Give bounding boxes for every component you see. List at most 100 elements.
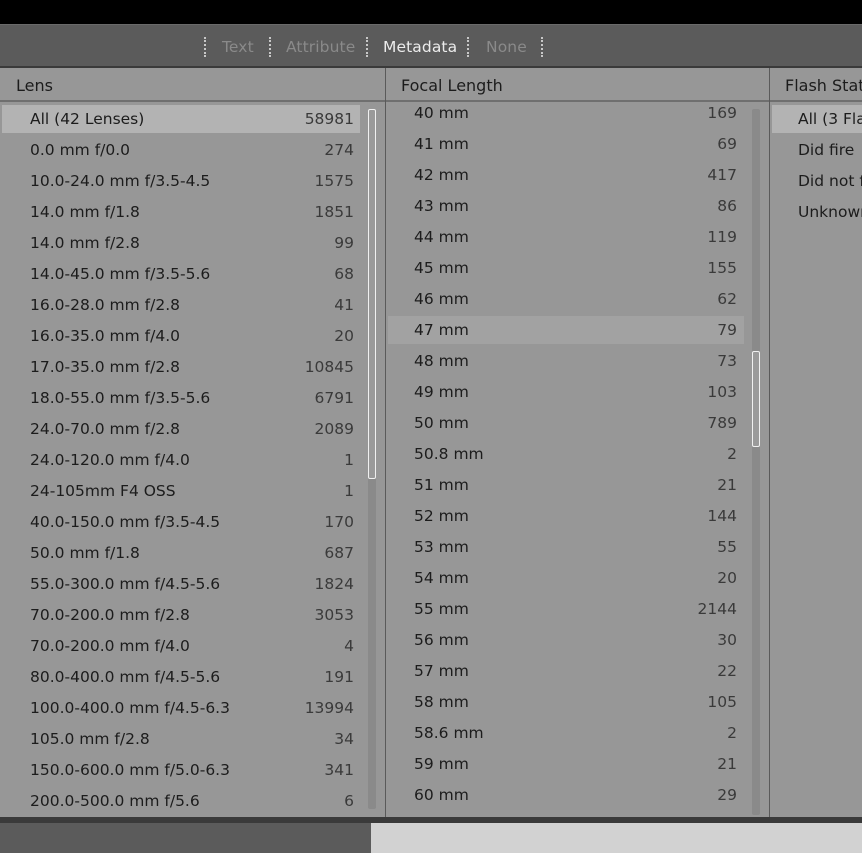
lens-list-item-count: 10845: [304, 358, 354, 376]
lens-list-item[interactable]: 14.0 mm f/1.8 1851: [2, 198, 360, 226]
flash-state-column: Flash State All (3 Fla Did fire Did not fi…: [770, 68, 862, 817]
lens-list-item[interactable]: 10.0-24.0 mm f/3.5-4.5 1575: [2, 167, 360, 195]
lens-list-item-count: 274: [324, 141, 354, 159]
lens-list-item-label: 70.0-200.0 mm f/4.0: [30, 637, 190, 655]
flash-state-column-header[interactable]: Flash State: [770, 68, 862, 102]
lens-list-item[interactable]: 200.0-500.0 mm f/5.6 6: [2, 787, 360, 815]
flash-state-list-item[interactable]: Did not fi: [772, 167, 862, 195]
focal-length-list-item[interactable]: 54 mm 20: [388, 564, 744, 592]
lens-list-item[interactable]: 14.0 mm f/2.8 99: [2, 229, 360, 257]
focal-length-list-item-count: 20: [717, 569, 737, 587]
filter-mode-none[interactable]: None: [486, 38, 527, 56]
lens-list-item[interactable]: 18.0-55.0 mm f/3.5-5.6 6791: [2, 384, 360, 412]
focal-length-list-item[interactable]: 44 mm 119: [388, 223, 744, 251]
lens-list-item[interactable]: 24.0-120.0 mm f/4.0 1: [2, 446, 360, 474]
focal-length-column-header[interactable]: Focal Length: [386, 68, 769, 102]
focal-length-list-item[interactable]: 60 mm 29: [388, 781, 744, 809]
focal-length-list-item[interactable]: 47 mm 79: [388, 316, 744, 344]
focal-length-list-item[interactable]: 58 mm 105: [388, 688, 744, 716]
filter-separator: [366, 37, 368, 57]
flash-state-list-item[interactable]: Unknown: [772, 198, 862, 226]
focal-length-list-item[interactable]: 49 mm 103: [388, 378, 744, 406]
focal-length-list-item-count: 21: [717, 755, 737, 773]
focal-length-list-item-count: 169: [707, 104, 737, 122]
focal-length-list-item-count: 2144: [697, 600, 737, 618]
lens-list-item[interactable]: 105.0 mm f/2.8 34: [2, 725, 360, 753]
focal-length-list-item[interactable]: 43 mm 86: [388, 192, 744, 220]
lens-list-item-count: 34: [334, 730, 354, 748]
focal-length-list-item-count: 79: [717, 321, 737, 339]
lens-list-item-label: 55.0-300.0 mm f/4.5-5.6: [30, 575, 221, 593]
focal-length-list-item[interactable]: 57 mm 22: [388, 657, 744, 685]
focal-length-scroll-thumb[interactable]: [752, 351, 760, 447]
focal-length-list-item[interactable]: 50 mm 789: [388, 409, 744, 437]
filter-separator: [467, 37, 469, 57]
lens-list-item[interactable]: 16.0-35.0 mm f/4.0 20: [2, 322, 360, 350]
lens-list-item[interactable]: 50.0 mm f/1.8 687: [2, 539, 360, 567]
library-filter-bar: Text Attribute Metadata None: [0, 24, 862, 66]
focal-length-list-item[interactable]: 45 mm 155: [388, 254, 744, 282]
flash-state-list-item[interactable]: All (3 Fla: [772, 105, 862, 133]
focal-length-list-item[interactable]: 40 mm 169: [388, 103, 744, 127]
lens-list-item[interactable]: 70.0-200.0 mm f/2.8 3053: [2, 601, 360, 629]
lens-list-item-label: 14.0-45.0 mm f/3.5-5.6: [30, 265, 211, 283]
focal-length-column: Focal Length 40 mm 169 41 mm 69 42 mm 417 43 m…: [386, 68, 769, 817]
lens-list-item-count: 6791: [314, 389, 354, 407]
lens-list-item[interactable]: 16.0-28.0 mm f/2.8 41: [2, 291, 360, 319]
focal-length-list-item[interactable]: 50.8 mm 2: [388, 440, 744, 468]
focal-length-list-item[interactable]: 52 mm 144: [388, 502, 744, 530]
lens-list-item[interactable]: 24.0-70.0 mm f/2.8 2089: [2, 415, 360, 443]
lens-list-item[interactable]: All (42 Lenses) 58981: [2, 105, 360, 133]
lens-list-item[interactable]: 80.0-400.0 mm f/4.5-5.6 191: [2, 663, 360, 691]
focal-length-list-item-label: 55 mm: [414, 600, 469, 618]
lens-scrollbar[interactable]: [368, 109, 376, 809]
lens-list-item[interactable]: 100.0-400.0 mm f/4.5-6.3 13994: [2, 694, 360, 722]
focal-length-list: 40 mm 169 41 mm 69 42 mm 417 43 mm 86 44 mm 119 45…: [386, 103, 769, 817]
lens-list-item[interactable]: 150.0-600.0 mm f/5.0-6.3 341: [2, 756, 360, 784]
lens-list-item[interactable]: 55.0-300.0 mm f/4.5-5.6 1824: [2, 570, 360, 598]
focal-length-list-item-count: 73: [717, 352, 737, 370]
focal-length-list-item-label: 40 mm: [414, 104, 469, 122]
lens-scroll-thumb[interactable]: [368, 109, 376, 479]
lens-list-item-count: 99: [334, 234, 354, 252]
lens-column-header[interactable]: Lens: [0, 68, 385, 102]
focal-length-list-item[interactable]: 56 mm 30: [388, 626, 744, 654]
lens-list-item-label: 150.0-600.0 mm f/5.0-6.3: [30, 761, 230, 779]
lens-list-item[interactable]: 14.0-45.0 mm f/3.5-5.6 68: [2, 260, 360, 288]
lens-list-item[interactable]: 40.0-150.0 mm f/3.5-4.5 170: [2, 508, 360, 536]
focal-length-list-item-count: 86: [717, 197, 737, 215]
lens-list-item[interactable]: 24-105mm F4 OSS 1: [2, 477, 360, 505]
focal-length-list-item[interactable]: 41 mm 69: [388, 130, 744, 158]
lens-list-item[interactable]: 70.0-200.0 mm f/4.0 4: [2, 632, 360, 660]
lens-list-item-count: 20: [334, 327, 354, 345]
focal-length-list-item-label: 53 mm: [414, 538, 469, 556]
lens-list-item-count: 4: [344, 637, 354, 655]
lens-list-item[interactable]: 0.0 mm f/0.0 274: [2, 136, 360, 164]
filter-mode-attribute[interactable]: Attribute: [286, 38, 355, 56]
focal-length-list-item[interactable]: 42 mm 417: [388, 161, 744, 189]
focal-length-scrollbar[interactable]: [752, 109, 760, 815]
focal-length-list-item-label: 57 mm: [414, 662, 469, 680]
focal-length-list-item[interactable]: 58.6 mm 2: [388, 719, 744, 747]
focal-length-list-item[interactable]: 55 mm 2144: [388, 595, 744, 623]
focal-length-list-item-label: 45 mm: [414, 259, 469, 277]
focal-length-list-item-count: 105: [707, 693, 737, 711]
focal-length-list-item[interactable]: 59 mm 21: [388, 750, 744, 778]
flash-state-list-item[interactable]: Did fire: [772, 136, 862, 164]
filter-mode-text[interactable]: Text: [222, 38, 254, 56]
flash-state-list-item-label: Did not fi: [798, 172, 862, 190]
focal-length-list-item[interactable]: 46 mm 62: [388, 285, 744, 313]
focal-length-list-item[interactable]: 53 mm 55: [388, 533, 744, 561]
focal-length-list-item-count: 103: [707, 383, 737, 401]
flash-state-list-item-label: All (3 Fla: [798, 110, 862, 128]
focal-length-list-item[interactable]: 51 mm 21: [388, 471, 744, 499]
focal-length-list-item[interactable]: 48 mm 73: [388, 347, 744, 375]
lens-list-item[interactable]: 17.0-35.0 mm f/2.8 10845: [2, 353, 360, 381]
lens-list-item-count: 13994: [304, 699, 354, 717]
flash-state-list-item-label: Unknown: [798, 203, 862, 221]
filter-mode-metadata[interactable]: Metadata: [383, 38, 457, 56]
focal-length-list-item-label: 59 mm: [414, 755, 469, 773]
lens-list-item-count: 1575: [314, 172, 354, 190]
focal-length-list-item-count: 119: [707, 228, 737, 246]
focal-length-list-item-count: 69: [717, 135, 737, 153]
